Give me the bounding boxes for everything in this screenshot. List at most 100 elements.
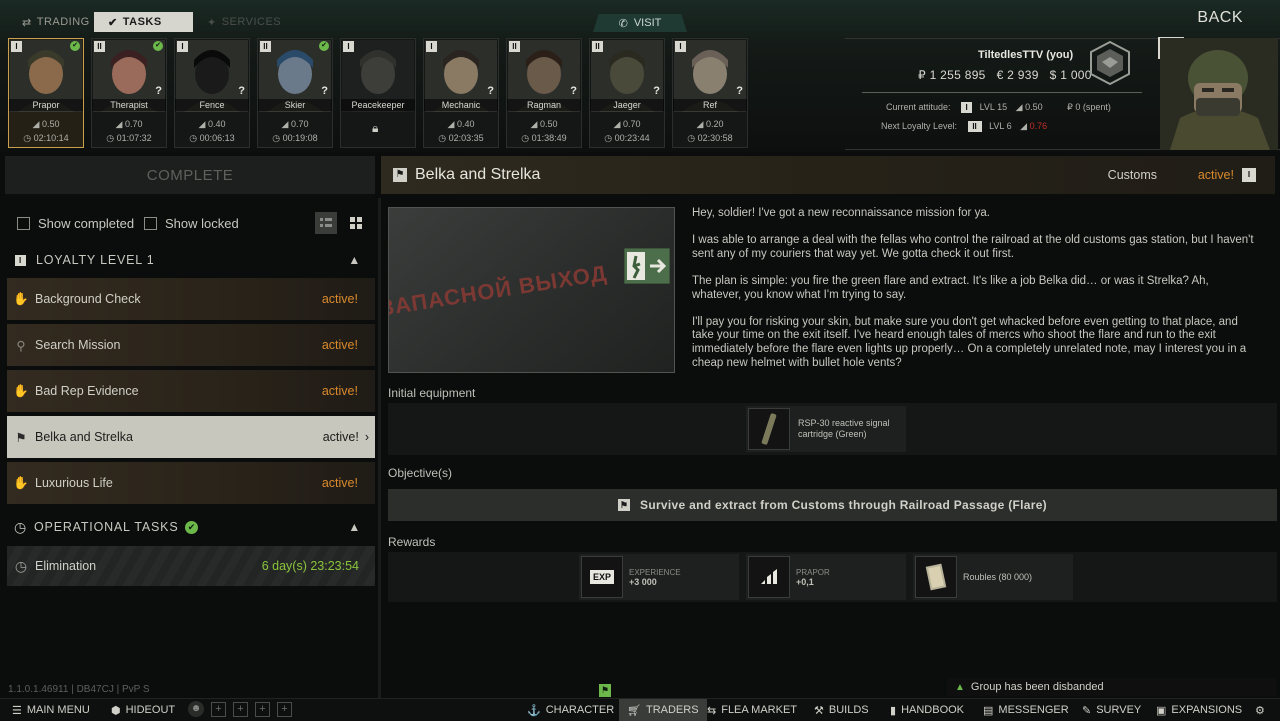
trader-card-skier[interactable]: II ✔? Skier ◢ 0.70 ◷ 00:19:08: [257, 38, 333, 148]
expansions-button[interactable]: ▣ EXPANSIONS: [1156, 699, 1242, 721]
trader-card-mechanic[interactable]: I? Mechanic ◢ 0.40 ◷ 02:03:35: [423, 38, 499, 148]
task-status-text: active!: [321, 476, 358, 490]
trader-level-badge: I: [426, 41, 437, 52]
grid-view-button[interactable]: [345, 212, 367, 234]
list-view-button[interactable]: [315, 212, 337, 234]
reward-title: EXPERIENCE: [629, 567, 681, 577]
expansions-icon: ▣: [1156, 704, 1167, 717]
reputation-icon: ◢: [1020, 121, 1028, 131]
chevron-up-icon[interactable]: ▲: [348, 520, 361, 534]
trader-restock-time: 02:10:14: [33, 133, 69, 143]
player-money: ₽ 1 255 895 € 2 939 $ 1 000: [918, 68, 1092, 82]
reward-roubles[interactable]: Roubles (80 000): [913, 554, 1073, 600]
trader-restock-time: 02:03:35: [448, 133, 484, 143]
trader-card-prapor[interactable]: I ✔ Prapor ◢ 0.50 ◷ 02:10:14: [8, 38, 84, 148]
flea-market-button[interactable]: ⇆ FLEA MARKET: [707, 699, 797, 721]
trader-card-peacekeeper[interactable]: I Peacekeeper 🔒︎: [340, 38, 416, 148]
group-slot[interactable]: +: [233, 702, 248, 717]
magnifier-icon: ⚲: [16, 338, 26, 353]
tab-tasks-label: TASKS: [122, 16, 162, 28]
reward-experience[interactable]: EXP EXPERIENCE +3 000: [579, 554, 739, 600]
trader-card-jaeger[interactable]: II? Jaeger ◢ 0.70 ◷ 00:23:44: [589, 38, 665, 148]
rewards-label: Rewards: [388, 535, 436, 549]
back-button[interactable]: BACK: [1197, 9, 1243, 27]
trader-card-therapist[interactable]: II ✔? Therapist ◢ 0.70 ◷ 01:07:32: [91, 38, 167, 148]
main-menu-button[interactable]: ☰ MAIN MENU: [12, 699, 90, 721]
trader-name: Fence: [175, 99, 249, 111]
objective-text: Survive and extract from Customs through…: [640, 498, 1047, 512]
operational-section-header[interactable]: ◷ OPERATIONAL TASKS ✔ ▲: [7, 514, 375, 540]
trader-name: Ragman: [507, 99, 581, 111]
quest-image: ЗАПАСНОЙ ВЫХОД: [388, 207, 675, 373]
chevron-up-icon[interactable]: ▲: [348, 253, 361, 267]
group-slot[interactable]: +: [255, 702, 270, 717]
trader-restock-time: 02:30:58: [697, 133, 733, 143]
messenger-button[interactable]: ▤ MESSENGER: [983, 699, 1069, 721]
trader-name: Peacekeeper: [341, 99, 415, 111]
settings-button[interactable]: ⚙: [1255, 699, 1265, 721]
tab-services-label: SERVICES: [221, 16, 282, 28]
show-completed-checkbox[interactable]: Show completed: [17, 216, 134, 231]
question-icon: ?: [487, 85, 494, 97]
task-item[interactable]: ✋ Luxurious Life active!: [7, 462, 375, 504]
handbook-button[interactable]: ▮ HANDBOOK: [890, 699, 964, 721]
hand-icon: ✋: [13, 475, 29, 490]
question-icon: ?: [238, 85, 245, 97]
task-name: Bad Rep Evidence: [35, 384, 139, 398]
question-icon: ?: [155, 85, 162, 97]
reward-title: Roubles (80 000): [963, 572, 1033, 582]
quest-location: Customs: [1107, 168, 1157, 182]
task-item[interactable]: ✋ Background Check active!: [7, 278, 375, 320]
divider: [862, 92, 1142, 93]
character-button[interactable]: ⚓ CHARACTER: [527, 699, 614, 721]
hideout-icon: ⬢: [111, 704, 121, 717]
wrench-icon: ⚒: [814, 704, 824, 717]
builds-button[interactable]: ⚒ BUILDS: [814, 699, 869, 721]
trader-card-fence[interactable]: I? Fence ◢ 0.40 ◷ 00:06:13: [174, 38, 250, 148]
reward-reputation[interactable]: PRAPOR +0,1: [746, 554, 906, 600]
version-text: 1.1.0.1.46911 | DB47CJ | PvP S: [8, 684, 150, 695]
task-item[interactable]: ⚲ Search Mission active!: [7, 324, 375, 366]
trader-name: Mechanic: [424, 99, 498, 111]
trading-icon: ⇄: [22, 16, 32, 29]
tab-tasks[interactable]: ✔ TASKS: [94, 12, 193, 32]
traders-button[interactable]: 🛒︎ TRADERS: [619, 699, 707, 721]
objectives-label: Objective(s): [388, 466, 453, 480]
elimination-task[interactable]: ◷ Elimination 6 day(s) 23:23:54: [7, 546, 375, 586]
trader-rep-row: ◢ 0.70: [590, 119, 664, 130]
list-view-icon: [320, 218, 332, 227]
task-item[interactable]: ⚑ Belka and Strelka active! ›: [7, 416, 375, 458]
show-locked-checkbox[interactable]: Show locked: [144, 216, 239, 231]
checkbox-box[interactable]: [17, 217, 30, 230]
trader-card-ref[interactable]: I? Ref ◢ 0.20 ◷ 02:30:58: [672, 38, 748, 148]
messenger-label: MESSENGER: [998, 704, 1069, 716]
euros-value: € 2 939: [996, 68, 1039, 82]
reputation-icon: ◢: [447, 119, 457, 129]
group-icon[interactable]: ☻: [188, 701, 204, 717]
group-slot[interactable]: +: [277, 702, 292, 717]
trader-level-badge: II: [94, 41, 105, 52]
loyalty-section-header[interactable]: I LOYALTY LEVEL 1 ▲: [7, 247, 375, 273]
tab-trading[interactable]: ⇄ TRADING: [8, 12, 104, 32]
question-icon: ?: [736, 85, 743, 97]
group-slot[interactable]: +: [211, 702, 226, 717]
trader-timer-row: ◷ 02:03:35: [424, 133, 498, 144]
task-item[interactable]: ✋ Bad Rep Evidence active!: [7, 370, 375, 412]
next-level-badge: II: [967, 121, 982, 133]
task-status-text: active!: [321, 292, 358, 306]
checkbox-box[interactable]: [144, 217, 157, 230]
hideout-button[interactable]: ⬢ HIDEOUT: [111, 699, 175, 721]
check-circle-icon: ✔: [185, 520, 199, 534]
loyalty-level-badge: I: [15, 254, 26, 266]
survey-button[interactable]: ✎ SURVEY: [1082, 699, 1141, 721]
visit-label: VISIT: [633, 17, 662, 29]
trader-card-ragman[interactable]: II? Ragman ◢ 0.50 ◷ 01:38:49: [506, 38, 582, 148]
visit-button[interactable]: ✆ VISIT: [593, 14, 687, 32]
equipment-item[interactable]: RSP-30 reactive signal cartridge (Green): [746, 406, 906, 452]
character-label: CHARACTER: [545, 704, 615, 716]
complete-button[interactable]: COMPLETE: [5, 156, 375, 194]
clock-icon: ◷: [14, 518, 28, 535]
trader-level-badge: I: [11, 41, 22, 52]
task-status-text: active!: [321, 338, 358, 352]
dollars-value: $ 1 000: [1049, 68, 1092, 82]
